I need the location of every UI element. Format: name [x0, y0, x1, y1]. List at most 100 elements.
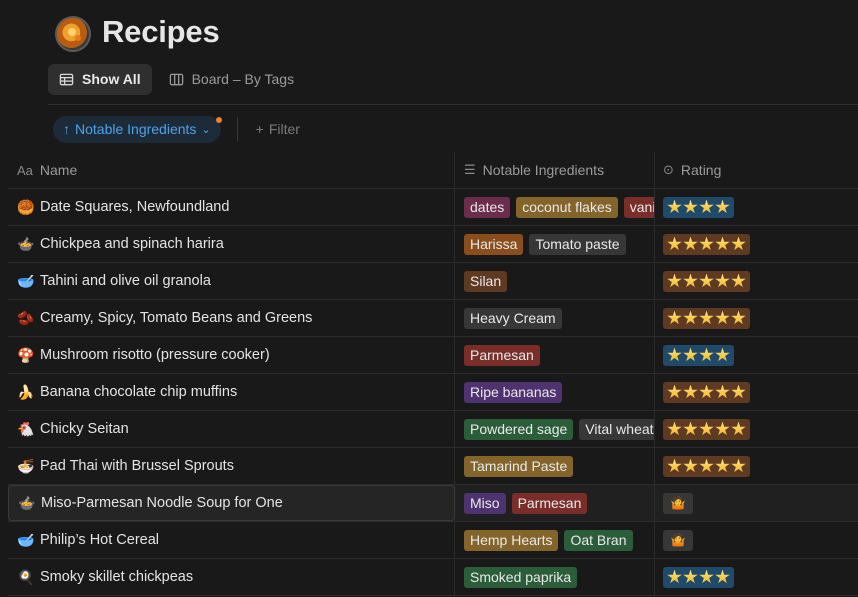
rating-cell[interactable]: 🤷	[655, 522, 858, 558]
star-icon	[715, 273, 730, 288]
name-cell[interactable]: 🍲 Chickpea and spinach harira	[8, 226, 455, 262]
rating-cell[interactable]	[655, 263, 858, 299]
column-rating-label: Rating	[680, 162, 722, 178]
rating-cell[interactable]	[655, 189, 858, 225]
star-icon	[667, 569, 682, 584]
ingredient-tag: dates	[464, 196, 511, 218]
ingredients-cell[interactable]: Miso Parmesan	[455, 485, 655, 521]
name-cell[interactable]: 🍲 Miso-Parmesan Noodle Soup for One	[8, 485, 455, 521]
name-cell[interactable]: 🍳 Smoky skillet chickpeas	[8, 559, 455, 595]
rating-cell[interactable]	[655, 374, 858, 410]
table-row[interactable]: 🍜 Pad Thai with Brussel Sprouts Tamarind P…	[8, 448, 858, 485]
table-row[interactable]: 🫘 Creamy, Spicy, Tomato Beans and Greens H…	[8, 300, 858, 337]
ingredient-tag: Tamarind Paste	[464, 455, 574, 477]
rating-stars	[663, 455, 750, 477]
filter-button[interactable]: + Filter	[256, 121, 300, 137]
ingredients-cell[interactable]: Tamarind Paste	[455, 448, 655, 484]
ingredients-cell[interactable]: datescoconut flakesvanilla	[455, 189, 655, 225]
rating-cell[interactable]	[655, 448, 858, 484]
column-header-name[interactable]: Aa Name	[8, 152, 455, 188]
ingredients-cell[interactable]: Heavy Cream	[455, 300, 655, 336]
star-icon	[715, 569, 730, 584]
table-row[interactable]: 🍄 Mushroom risotto (pressure cooker) Parme…	[8, 337, 858, 374]
recipe-name[interactable]: Chickpea and spinach harira	[40, 236, 224, 252]
filter-label: Filter	[268, 121, 300, 137]
star-icon	[731, 310, 746, 325]
pizza-pan-icon[interactable]	[55, 16, 91, 52]
filter-bar: ↑ Notable Ingredients ⌄ + Filter	[53, 115, 300, 143]
star-icon	[683, 273, 698, 288]
column-header-rating[interactable]: ⊙ Rating	[655, 152, 858, 188]
toolbar-divider	[236, 117, 238, 141]
table-row[interactable]: 🍳 Smoky skillet chickpeas Smoked paprika	[8, 559, 858, 596]
star-icon	[699, 310, 714, 325]
star-icon	[699, 273, 714, 288]
ingredients-cell[interactable]: Smoked paprika	[455, 559, 655, 595]
recipe-emoji-icon: 🍜	[17, 457, 35, 474]
ingredients-cell[interactable]: Powdered sageVital wheat gluten	[455, 411, 655, 447]
ingredients-cell[interactable]: Parmesan	[455, 337, 655, 373]
table-row[interactable]: 🍌 Banana chocolate chip muffins Ripe banan…	[8, 374, 858, 411]
star-icon	[667, 236, 682, 251]
rating-cell[interactable]	[655, 337, 858, 373]
ingredients-cell[interactable]: Hemp Hearts Oat Bran	[455, 522, 655, 558]
recipe-name[interactable]: Miso-Parmesan Noodle Soup for One	[41, 495, 283, 511]
recipe-emoji-icon: 🥣	[17, 272, 35, 289]
table-row[interactable]: 🥣 Tahini and olive oil granola Silan	[8, 263, 858, 300]
star-icon	[683, 569, 698, 584]
tab-show-all[interactable]: Show All	[48, 63, 152, 95]
recipe-name[interactable]: Philip’s Hot Cereal	[40, 532, 159, 548]
name-cell[interactable]: 🥣 Tahini and olive oil granola	[8, 263, 455, 299]
table-row[interactable]: 🥮 Date Squares, Newfoundland dates coconut …	[8, 189, 858, 226]
star-icon	[715, 347, 730, 362]
star-icon	[715, 384, 730, 399]
column-header-ingredients[interactable]: ☰ Notable Ingredients	[455, 152, 655, 188]
name-cell[interactable]: 🍜 Pad Thai with Brussel Sprouts	[8, 448, 455, 484]
table-row[interactable]: 🐔 Chicky Seitan Powdered sageVital wheat g…	[8, 411, 858, 448]
name-cell[interactable]: 🥣 Philip’s Hot Cereal	[8, 522, 455, 558]
tab-board-by-tags[interactable]: Board – By Tags	[158, 64, 305, 95]
rating-cell[interactable]	[655, 559, 858, 595]
rating-cell[interactable]	[655, 300, 858, 336]
table-row[interactable]: 🥣 Philip’s Hot Cereal Hemp Hearts Oat Bran 🤷	[8, 522, 858, 559]
recipe-name[interactable]: Creamy, Spicy, Tomato Beans and Greens	[40, 310, 312, 326]
recipe-name[interactable]: Mushroom risotto (pressure cooker)	[40, 347, 270, 363]
rating-cell[interactable]	[655, 226, 858, 262]
recipe-emoji-icon: 🍳	[17, 568, 35, 585]
rating-cell[interactable]	[655, 411, 858, 447]
ingredients-cell[interactable]: Ripe bananas	[455, 374, 655, 410]
plus-icon: +	[255, 121, 264, 137]
table-row[interactable]: 🍲 Chickpea and spinach harira Harissa Tomat…	[8, 226, 858, 263]
star-icon	[715, 310, 730, 325]
name-cell[interactable]: 🫘 Creamy, Spicy, Tomato Beans and Greens	[8, 300, 455, 336]
recipe-name[interactable]: Chicky Seitan	[40, 421, 129, 437]
ingredients-cell[interactable]: Silan	[455, 263, 655, 299]
star-icon	[683, 310, 698, 325]
star-icon	[699, 458, 714, 473]
tab-show-all-label: Show All	[82, 71, 141, 87]
star-icon	[683, 347, 698, 362]
star-icon	[699, 421, 714, 436]
rating-stars	[663, 344, 734, 366]
recipe-name[interactable]: Banana chocolate chip muffins	[40, 384, 237, 400]
rating-stars	[663, 566, 734, 588]
recipe-name[interactable]: Tahini and olive oil granola	[40, 273, 211, 289]
table-row[interactable]: 🍲 Miso-Parmesan Noodle Soup for One Miso Pa…	[8, 485, 858, 522]
ingredient-tag: Parmesan	[511, 492, 588, 514]
star-icon	[699, 569, 714, 584]
recipe-name[interactable]: Pad Thai with Brussel Sprouts	[40, 458, 234, 474]
name-cell[interactable]: 🍌 Banana chocolate chip muffins	[8, 374, 455, 410]
name-cell[interactable]: 🥮 Date Squares, Newfoundland	[8, 189, 455, 225]
rating-cell[interactable]: 🤷	[655, 485, 858, 521]
board-icon	[169, 73, 183, 85]
views-divider	[48, 104, 858, 105]
recipe-name[interactable]: Date Squares, Newfoundland	[40, 199, 229, 215]
sort-chip[interactable]: ↑ Notable Ingredients ⌄	[53, 115, 222, 143]
recipe-name[interactable]: Smoky skillet chickpeas	[40, 569, 193, 585]
ingredients-cell[interactable]: Harissa Tomato paste	[455, 226, 655, 262]
star-icon	[715, 458, 730, 473]
name-cell[interactable]: 🐔 Chicky Seitan	[8, 411, 455, 447]
name-cell[interactable]: 🍄 Mushroom risotto (pressure cooker)	[8, 337, 455, 373]
ingredient-tag: coconut flakes	[516, 196, 618, 218]
recipe-emoji-icon: 🍄	[17, 346, 35, 363]
